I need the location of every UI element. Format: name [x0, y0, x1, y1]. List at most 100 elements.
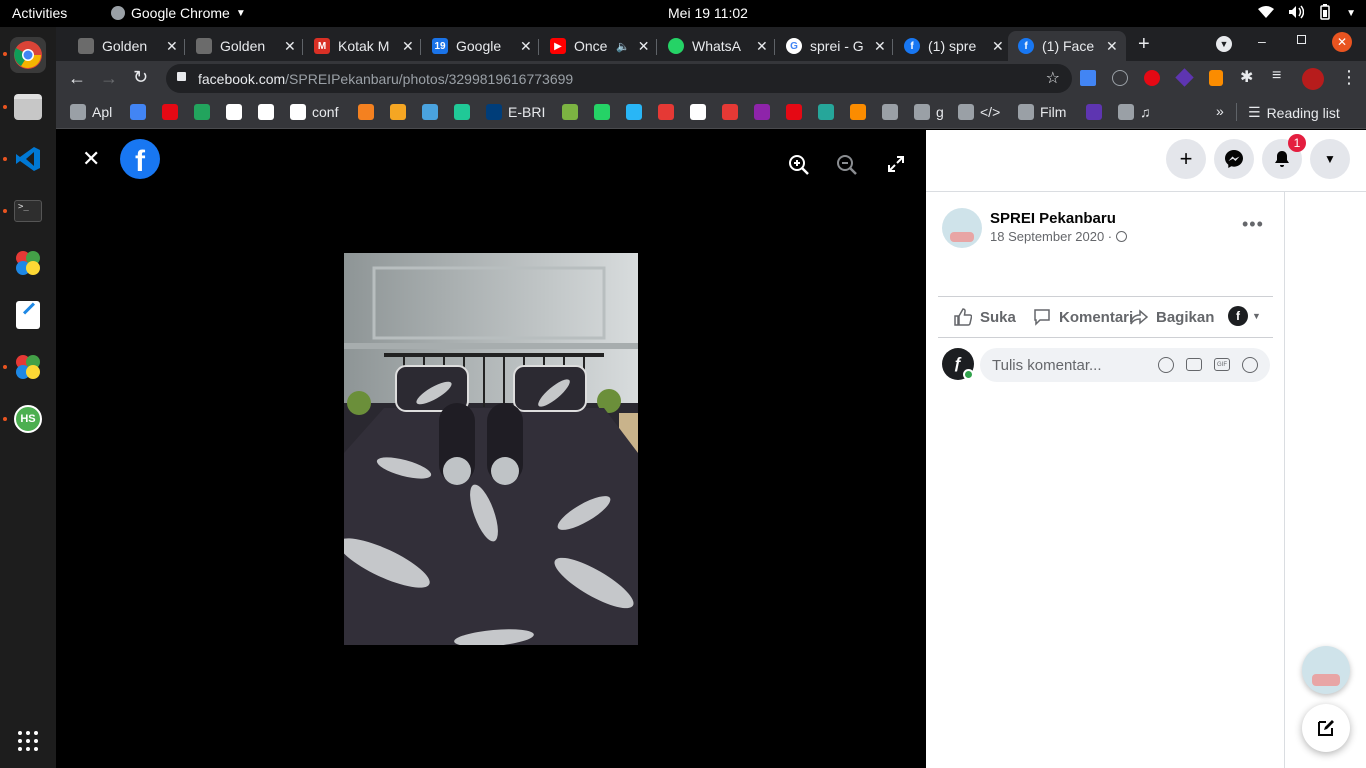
- bookmark-item[interactable]: [226, 104, 242, 120]
- bookmark-item[interactable]: [194, 104, 210, 120]
- tab-close-icon[interactable]: ✕: [874, 38, 886, 55]
- new-tab-button[interactable]: +: [1138, 33, 1150, 56]
- close-window-icon[interactable]: ✕: [1332, 32, 1352, 52]
- zoom-in-icon[interactable]: [788, 154, 810, 181]
- dock-vscode-icon[interactable]: [10, 141, 46, 177]
- bookmark-item[interactable]: [850, 104, 866, 120]
- bookmark-item[interactable]: [690, 104, 706, 120]
- forward-icon[interactable]: →: [100, 68, 118, 89]
- fullscreen-icon[interactable]: [888, 156, 904, 177]
- bookmark-item[interactable]: [722, 104, 738, 120]
- tab-youtube[interactable]: ▶ Once 🔈 ✕: [540, 31, 649, 61]
- like-button[interactable]: Suka: [954, 308, 1016, 326]
- bookmark-item[interactable]: </>: [958, 104, 1000, 120]
- reload-icon[interactable]: ↻: [133, 67, 148, 88]
- tab-close-icon[interactable]: ✕: [638, 38, 650, 55]
- tab-close-icon[interactable]: ✕: [402, 38, 414, 55]
- bookmark-item[interactable]: [658, 104, 674, 120]
- bookmark-item[interactable]: [818, 104, 834, 120]
- tab-golden-2[interactable]: Golden ✕: [186, 31, 296, 61]
- tab-facebook-sprei[interactable]: f (1) spre ✕: [894, 31, 1004, 61]
- tab-facebook-active[interactable]: f (1) Face ✕: [1008, 31, 1126, 61]
- post-as-selector[interactable]: f ▼: [1228, 306, 1261, 326]
- new-message-button[interactable]: [1302, 704, 1350, 752]
- gif-icon[interactable]: GIF: [1214, 358, 1230, 371]
- post-date[interactable]: 18 September 2020 ·: [990, 229, 1112, 244]
- zoom-out-icon[interactable]: [836, 154, 858, 181]
- bookmark-item[interactable]: [562, 104, 578, 120]
- emoji-icon[interactable]: [1158, 357, 1174, 373]
- close-viewer-icon[interactable]: ✕: [82, 146, 100, 172]
- bookmark-item[interactable]: Film: [1018, 104, 1066, 120]
- bookmark-item[interactable]: g: [914, 104, 944, 120]
- app-menu[interactable]: Google Chrome ▼: [111, 5, 246, 21]
- bookmark-item[interactable]: [594, 104, 610, 120]
- bookmarks-overflow-icon[interactable]: »: [1216, 103, 1224, 119]
- activities-button[interactable]: Activities: [12, 5, 67, 21]
- messenger-button[interactable]: [1214, 139, 1254, 179]
- dock-hs-icon[interactable]: HS: [10, 401, 46, 437]
- tab-close-icon[interactable]: ✕: [284, 38, 296, 55]
- dock-terminal-icon[interactable]: >_: [10, 193, 46, 229]
- tab-close-icon[interactable]: ✕: [166, 38, 178, 55]
- tab-google-search[interactable]: G sprei - G ✕: [776, 31, 886, 61]
- tab-golden-1[interactable]: Golden ✕: [68, 31, 178, 61]
- profile-avatar[interactable]: [1302, 68, 1324, 90]
- show-applications-icon[interactable]: [10, 723, 46, 759]
- tab-google-calendar[interactable]: 19 Google ✕: [422, 31, 532, 61]
- lock-extension-icon[interactable]: [1209, 70, 1223, 86]
- bookmark-item[interactable]: ♫: [1118, 104, 1151, 120]
- media-control-icon[interactable]: ≡: [1272, 67, 1281, 85]
- tab-close-icon[interactable]: ✕: [756, 38, 768, 55]
- extensions-puzzle-icon[interactable]: ✱: [1240, 67, 1253, 87]
- post-options-icon[interactable]: •••: [1242, 214, 1264, 235]
- bookmark-item[interactable]: E-BRI: [486, 104, 545, 120]
- create-button[interactable]: +: [1166, 139, 1206, 179]
- camera-icon[interactable]: [1186, 358, 1202, 371]
- tab-whatsapp[interactable]: WhatsA ✕: [658, 31, 768, 61]
- dock-chrome-icon[interactable]: [10, 37, 46, 73]
- bookmark-item[interactable]: [786, 104, 802, 120]
- account-menu-button[interactable]: ▼: [1310, 139, 1350, 179]
- globe-extension-icon[interactable]: [1112, 70, 1128, 86]
- tab-close-icon[interactable]: ✕: [1106, 38, 1118, 55]
- translate-extension-icon[interactable]: [1080, 70, 1096, 86]
- restore-window-icon[interactable]: [1297, 35, 1306, 44]
- facebook-logo-icon[interactable]: f: [120, 139, 160, 179]
- dock-app-clover-icon[interactable]: [10, 245, 46, 281]
- reading-list-button[interactable]: ☰ Reading list: [1248, 104, 1340, 121]
- opera-extension-icon[interactable]: [1144, 70, 1160, 86]
- comment-button[interactable]: Komentari: [1033, 308, 1133, 326]
- minimize-window-icon[interactable]: –: [1258, 33, 1266, 49]
- clock[interactable]: Mei 19 11:02: [668, 5, 748, 21]
- address-bar[interactable]: facebook.com/SPREIPekanbaru/photos/32998…: [166, 64, 1072, 93]
- post-photo[interactable]: [344, 253, 638, 645]
- tab-gmail[interactable]: M Kotak M ✕: [304, 31, 414, 61]
- back-icon[interactable]: ←: [68, 68, 86, 89]
- tab-close-icon[interactable]: ✕: [992, 38, 1004, 55]
- diamond-extension-icon[interactable]: [1175, 68, 1194, 87]
- bookmark-item[interactable]: [162, 104, 178, 120]
- bookmark-item[interactable]: [626, 104, 642, 120]
- share-button[interactable]: Bagikan: [1130, 308, 1214, 326]
- bookmark-item[interactable]: [422, 104, 438, 120]
- bookmark-item[interactable]: [1086, 104, 1102, 120]
- bookmark-item[interactable]: [358, 104, 374, 120]
- floating-page-avatar[interactable]: [1302, 646, 1350, 694]
- system-tray[interactable]: ▼: [1258, 4, 1356, 23]
- chrome-menu-icon[interactable]: ⋮: [1340, 67, 1358, 88]
- bookmark-item[interactable]: [258, 104, 274, 120]
- bookmark-item[interactable]: [754, 104, 770, 120]
- bookmark-item[interactable]: [390, 104, 406, 120]
- page-name[interactable]: SPREI Pekanbaru: [990, 210, 1116, 227]
- bookmark-item[interactable]: [882, 104, 898, 120]
- bookmark-item[interactable]: [130, 104, 146, 120]
- bookmark-item[interactable]: conf: [290, 104, 338, 120]
- dock-app-clover-icon-2[interactable]: [10, 349, 46, 385]
- sticker-icon[interactable]: [1242, 357, 1258, 373]
- dock-text-editor-icon[interactable]: [10, 297, 46, 333]
- bookmark-star-icon[interactable]: ☆: [1046, 68, 1060, 88]
- tab-search-icon[interactable]: ▼: [1216, 36, 1232, 52]
- audio-playing-icon[interactable]: 🔈: [616, 40, 630, 53]
- bookmark-item[interactable]: [454, 104, 470, 120]
